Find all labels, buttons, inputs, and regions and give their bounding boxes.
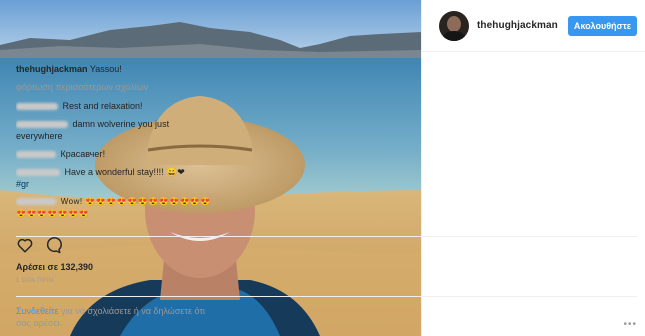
heart-icon[interactable] xyxy=(16,236,34,254)
caption-text: Yassou! xyxy=(89,64,122,74)
comment-item: Wow! 😍😍😍😍😍😍😍😍😍😍😍😍😍😍😍😍😍😍😍 xyxy=(16,196,216,220)
comment-item: Have a wonderful stay!!!! 😄❤ #gr xyxy=(16,166,216,190)
post-actions xyxy=(16,236,62,254)
comment-text: Красавчег! xyxy=(60,149,106,159)
load-more-comments-link[interactable]: φόρτωση περισσότερων σχολίων xyxy=(16,81,216,93)
actions-divider xyxy=(16,236,637,256)
comments-list: thehughjackman Yassou! φόρτωση περισσότε… xyxy=(16,63,216,233)
post-header: thehughjackman Ακολουθήστε xyxy=(422,0,645,52)
comment-item: damn wolverine you just everywhere xyxy=(16,118,216,142)
comment-item: Красавчег! xyxy=(16,148,216,160)
blurred-commenter-name xyxy=(16,198,56,206)
comment-text: Have a wonderful stay!!!! 😄❤ xyxy=(64,167,185,177)
login-prompt: Συνδεθείτε για να σχολιάσετε ή να δηλώσε… xyxy=(16,305,216,329)
hashtag-link[interactable]: #gr xyxy=(16,179,29,189)
comment-icon[interactable] xyxy=(44,236,62,254)
username-link[interactable]: thehughjackman xyxy=(477,20,568,31)
follow-button[interactable]: Ακολουθήστε xyxy=(567,15,637,36)
blurred-commenter-name xyxy=(16,121,68,129)
comment-text: Rest and relaxation! xyxy=(62,101,143,111)
login-link[interactable]: Συνδεθείτε xyxy=(16,306,59,316)
comment-box-divider xyxy=(16,296,637,297)
caption: thehughjackman Yassou! xyxy=(16,63,216,75)
post-side-panel: thehughjackman Ακολουθήστε xyxy=(421,0,645,336)
blurred-commenter-name xyxy=(16,169,60,177)
more-options-icon[interactable]: ••• xyxy=(623,319,637,330)
blurred-commenter-name xyxy=(16,103,58,111)
blurred-commenter-name xyxy=(16,151,56,159)
caption-author[interactable]: thehughjackman xyxy=(16,64,88,74)
post-timestamp: 1 ΩΡΑ ΠΡΙΝ xyxy=(16,278,54,284)
avatar[interactable] xyxy=(439,10,469,41)
comment-item: Rest and relaxation! xyxy=(16,100,216,112)
likes-count[interactable]: Αρέσει σε 132,390 xyxy=(16,262,93,272)
